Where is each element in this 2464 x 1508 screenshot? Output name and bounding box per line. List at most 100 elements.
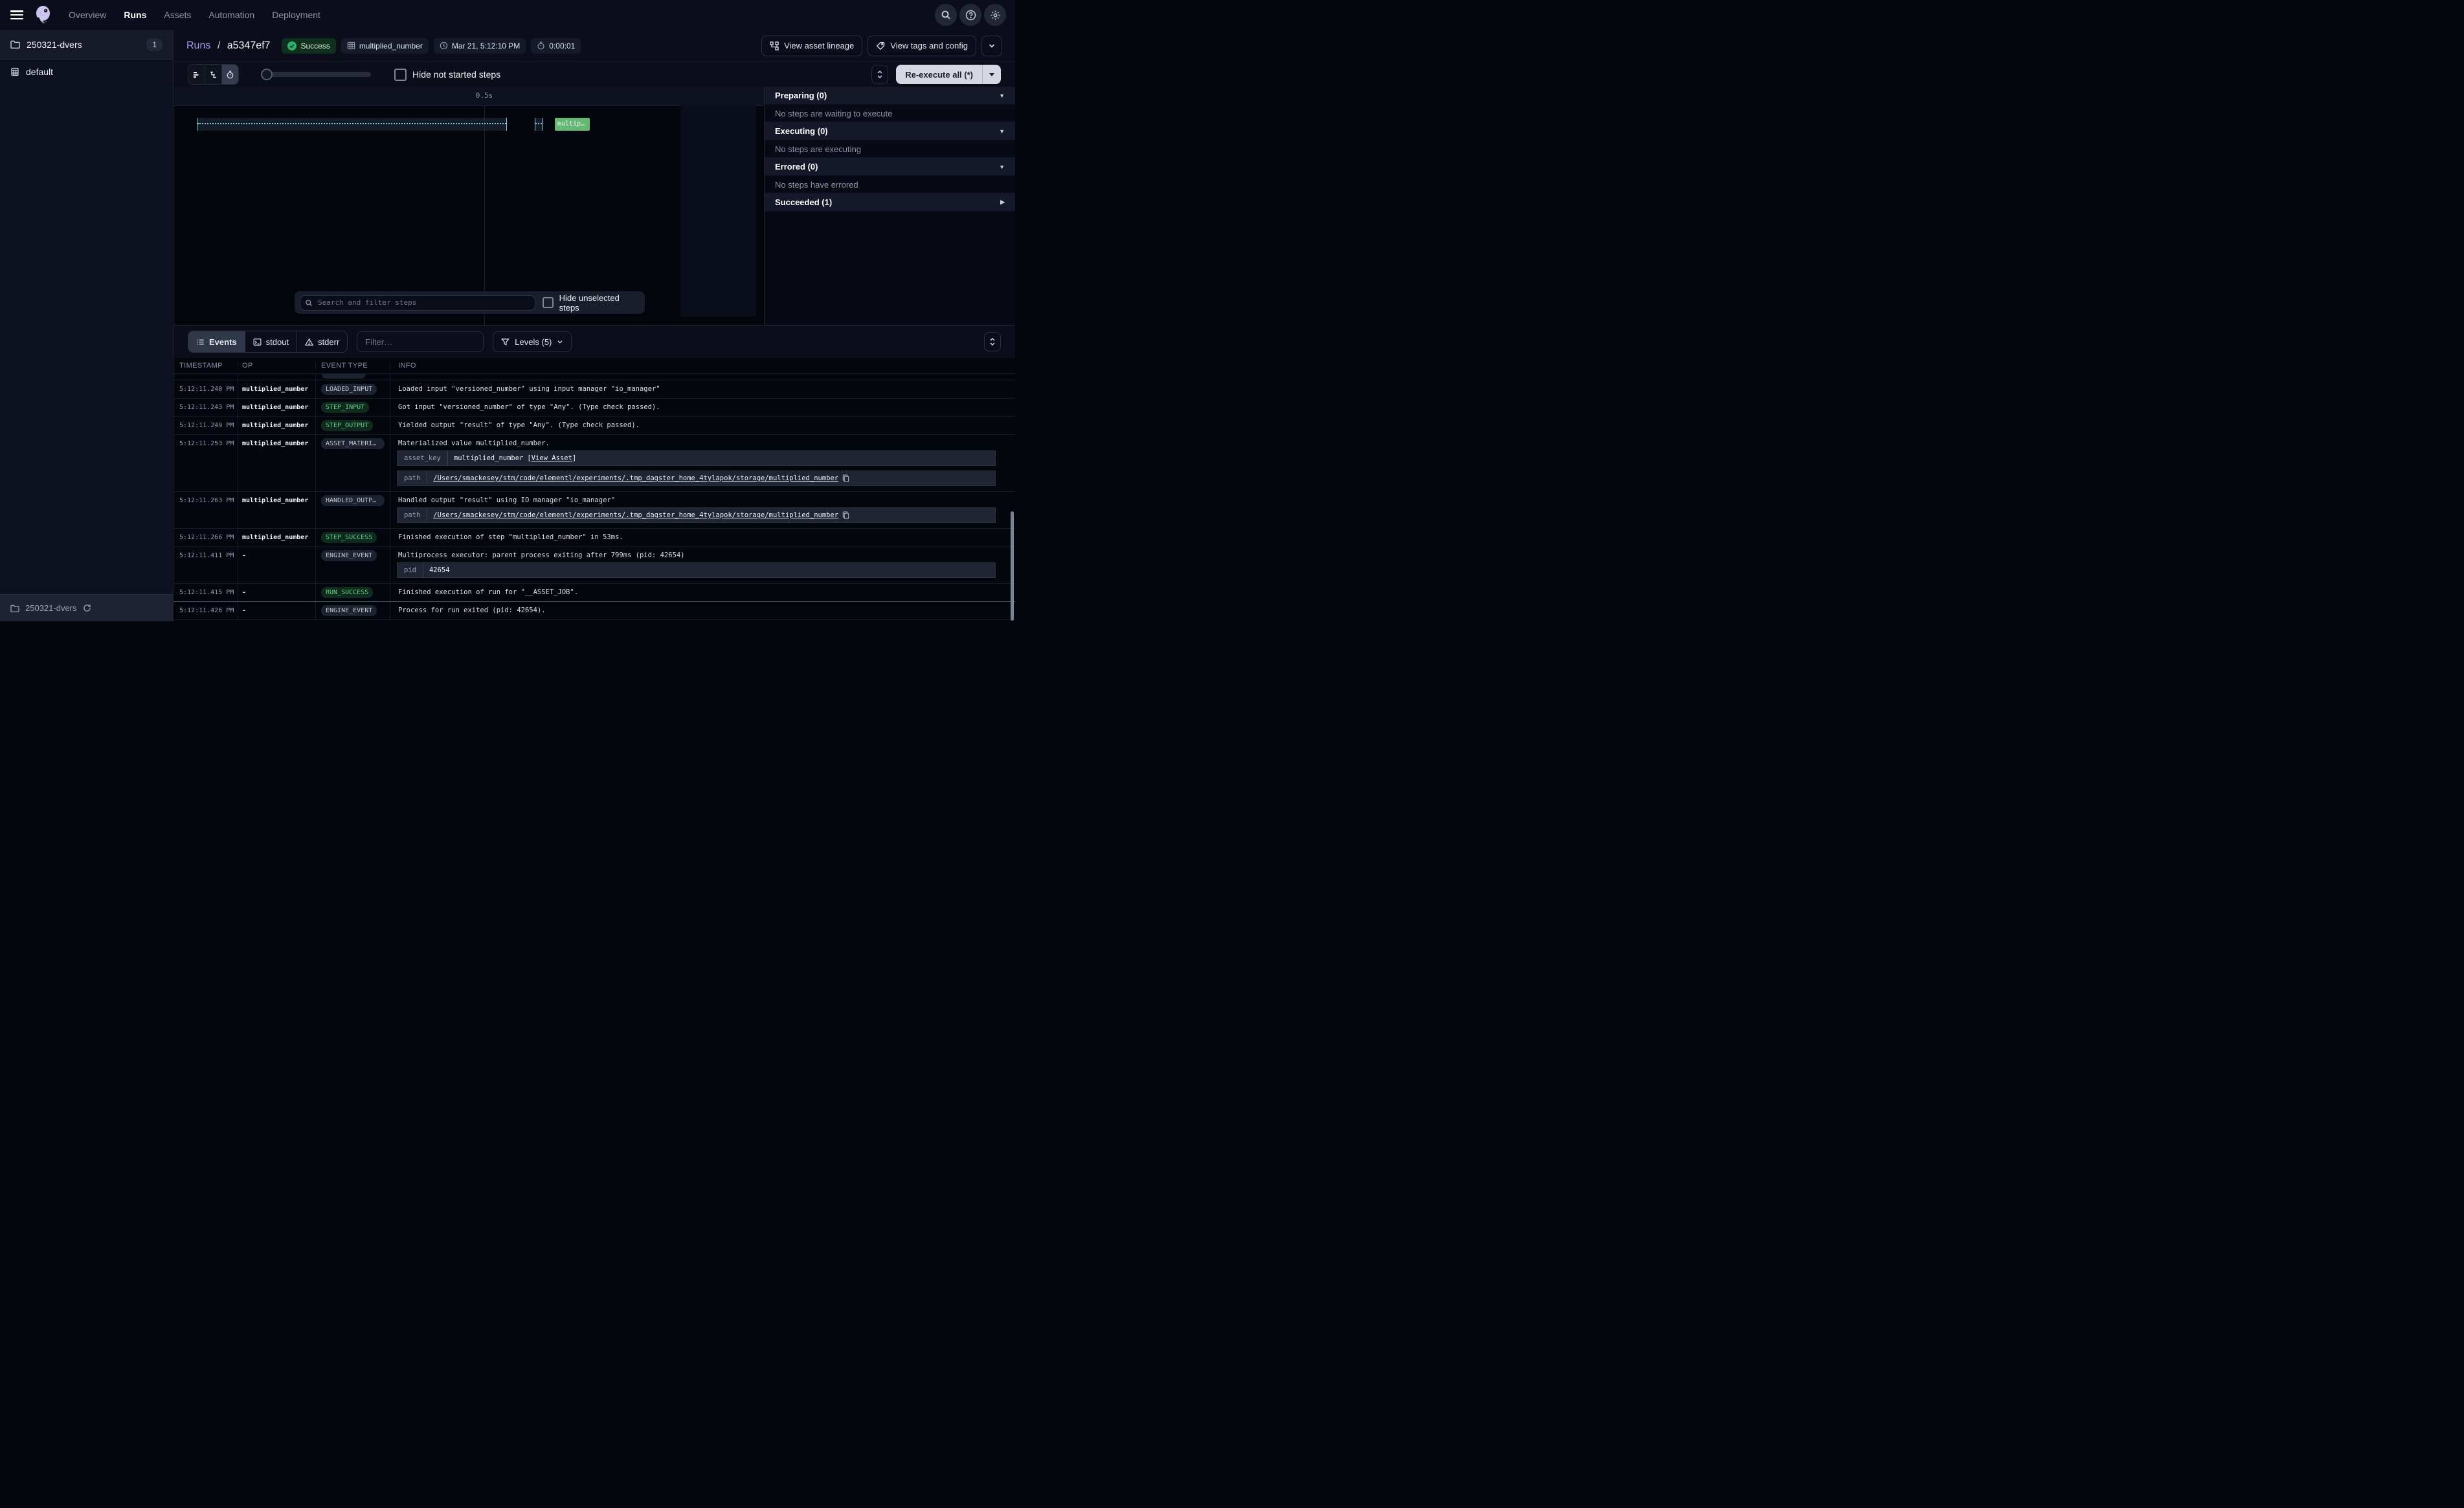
gantt-timeline: 0.5s <box>174 87 764 106</box>
nav-item-overview[interactable]: Overview <box>69 10 106 20</box>
warning-icon <box>305 338 313 346</box>
step-section-header[interactable]: Preparing (0)▼ <box>765 87 1015 105</box>
top-nav: Overview Runs Assets Automation Deployment <box>0 0 1015 30</box>
refresh-icon[interactable] <box>83 604 91 612</box>
path-link[interactable]: /Users/smackesey/stm/code/elementl/exper… <box>433 511 838 519</box>
levels-dropdown[interactable]: Levels (5) <box>493 331 572 352</box>
gantt-zoom-slider[interactable] <box>261 69 371 80</box>
timestamp-cell: 5:12:11.415 PM <box>174 584 238 601</box>
step-section-header[interactable]: Executing (0)▼ <box>765 122 1015 140</box>
chevron-down-icon <box>988 42 996 50</box>
step-status-panel: Preparing (0)▼No steps are waiting to ex… <box>764 87 1015 325</box>
search-icon[interactable] <box>935 4 957 26</box>
caret-down-icon: ▼ <box>999 164 1005 170</box>
info-text: Yielded output "result" of type "Any". (… <box>398 421 1007 429</box>
tab-events[interactable]: Events <box>188 331 245 352</box>
event-type-badge[interactable]: ENGINE_EVENT <box>321 550 377 561</box>
step-search-input[interactable] <box>317 298 530 307</box>
log-table-header: Timestamp Op Event type Info <box>174 358 1015 374</box>
copy-icon[interactable] <box>842 474 849 482</box>
path-link[interactable]: /Users/smackesey/stm/code/elementl/exper… <box>433 474 838 482</box>
run-header-more-button[interactable] <box>981 36 1002 56</box>
gantt-light-band <box>680 105 756 316</box>
info-text: Process for run exited (pid: 42654). <box>398 606 1007 614</box>
nav-item-assets[interactable]: Assets <box>164 10 191 20</box>
timestamp-cell: 5:12:11.426 PM <box>174 602 238 619</box>
metadata-key: pid <box>398 563 423 577</box>
timestamp-cell: 5:12:11.253 PM <box>174 435 238 491</box>
hide-not-started-checkbox[interactable]: Hide not started steps <box>394 69 500 81</box>
copy-icon <box>842 511 849 519</box>
log-row: 5:12:11.426 PM-ENGINE_EVENTProcess for r… <box>174 602 1015 620</box>
step-search-box[interactable] <box>300 295 535 311</box>
sidebar-repo-header[interactable]: 250321-dvers 1 <box>0 30 173 60</box>
log-filter-input[interactable] <box>364 337 480 348</box>
gantt-waiting-segment[interactable] <box>535 118 543 131</box>
view-tags-config-button[interactable]: View tags and config <box>868 36 976 56</box>
sidebar-footer[interactable]: 250321-dvers <box>0 594 173 621</box>
event-type-badge[interactable]: ASSET_MATERIALI… <box>321 438 385 449</box>
breadcrumb-runs-link[interactable]: Runs <box>186 40 210 51</box>
repo-name: 250321-dvers <box>27 39 82 50</box>
gantt-expand-button[interactable] <box>871 65 888 84</box>
event-type-badge[interactable]: STEP_SUCCESS <box>321 532 377 543</box>
waterfall-view-icon[interactable] <box>205 65 222 84</box>
event-type-cell: ASSET_MATERIALI… <box>316 435 390 491</box>
event-type-cell: STEP_INPUT <box>316 399 390 416</box>
info-text: Handled output "result" using IO manager… <box>398 496 1007 504</box>
timestamp-cell: 5:12:11.249 PM <box>174 417 238 434</box>
tab-stderr[interactable]: stderr <box>297 331 347 352</box>
event-type-badge[interactable]: HANDLED_OUTPUT <box>321 495 385 506</box>
info-text: Multiprocess executor: parent process ex… <box>398 551 1007 559</box>
view-asset-lineage-button[interactable]: View asset lineage <box>761 36 862 56</box>
view-asset-link[interactable]: View Asset <box>532 454 572 462</box>
info-cell: Finished execution of step "multiplied_n… <box>390 529 1015 546</box>
sidebar: 250321-dvers 1 default 250321-dvers <box>0 30 174 621</box>
flat-view-icon[interactable] <box>188 65 205 84</box>
info-cell: Finished execution of run for "__ASSET_J… <box>390 584 1015 601</box>
log-filter-box[interactable] <box>357 331 484 352</box>
nav-item-deployment[interactable]: Deployment <box>272 10 320 20</box>
event-type-badge[interactable]: RUN_SUCCESS <box>321 587 373 598</box>
log-scrollbar-thumb[interactable] <box>1011 511 1014 621</box>
hamburger-menu-icon[interactable] <box>10 10 23 19</box>
reexecute-all-button[interactable]: Re-execute all (*) <box>896 65 1001 84</box>
op-cell: multiplied_number <box>238 529 316 546</box>
sidebar-item-default[interactable]: default <box>0 60 173 84</box>
event-type-badge[interactable]: STEP_INPUT <box>321 402 369 413</box>
event-type-badge[interactable]: LOADED_INPUT <box>321 384 377 395</box>
info-cell: Got input "versioned_number" of type "An… <box>390 399 1015 416</box>
settings-gear-icon[interactable] <box>984 4 1006 26</box>
breadcrumb-separator: / <box>218 40 220 51</box>
timed-view-icon[interactable] <box>222 65 238 84</box>
copy-icon[interactable] <box>842 511 849 519</box>
step-section-header[interactable]: Succeeded (1)▶ <box>765 194 1015 212</box>
hide-unselected-checkbox[interactable]: Hide unselected steps <box>543 293 640 313</box>
run-tag[interactable]: multiplied_number <box>341 38 429 54</box>
event-type-badge[interactable]: ENGINE_EVENT <box>321 605 377 616</box>
gantt-waiting-bar[interactable] <box>197 118 507 131</box>
time-marker: 0.5s <box>476 91 493 100</box>
gantt-step-bar[interactable]: multiplied_number <box>555 118 590 131</box>
metadata-entry: path/Users/smackesey/stm/code/elementl/e… <box>397 507 996 523</box>
info-cell: Yielded output "result" of type "Any". (… <box>390 417 1015 434</box>
nav-item-automation[interactable]: Automation <box>208 10 254 20</box>
log-expand-button[interactable] <box>984 332 1001 351</box>
run-tag[interactable]: Mar 21, 5:12:10 PM <box>434 38 526 54</box>
step-section-header[interactable]: Errored (0)▼ <box>765 158 1015 176</box>
log-row <box>174 374 1015 381</box>
reexecute-dropdown-caret[interactable] <box>983 65 1001 84</box>
log-row: 5:12:11.263 PMmultiplied_numberHANDLED_O… <box>174 492 1015 529</box>
slider-knob[interactable] <box>261 69 273 80</box>
col-op: Op <box>238 362 316 370</box>
gantt-section: 0.5s multiplied_number <box>174 87 1015 325</box>
run-tag[interactable]: 0:00:01 <box>531 38 581 54</box>
tab-stdout[interactable]: stdout <box>245 331 297 352</box>
event-type-badge[interactable]: STEP_OUTPUT <box>321 420 373 431</box>
tag-icon <box>876 41 885 50</box>
nav-item-runs[interactable]: Runs <box>124 10 146 20</box>
gantt-toolbar: Hide not started steps Re-execute all (*… <box>174 62 1015 87</box>
log-section: Eventsstdoutstderr Levels (5) Timestamp <box>174 325 1015 590</box>
dagster-logo[interactable] <box>32 4 54 26</box>
help-icon[interactable] <box>959 4 981 26</box>
